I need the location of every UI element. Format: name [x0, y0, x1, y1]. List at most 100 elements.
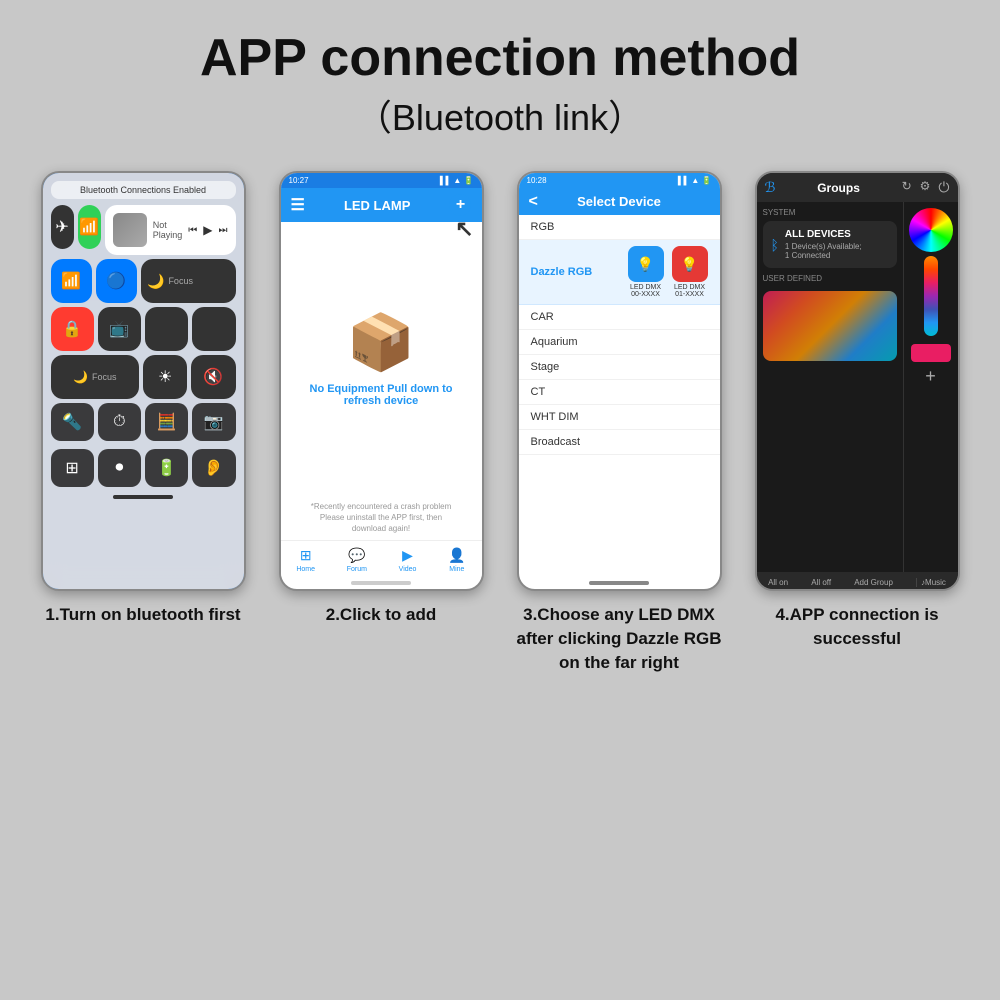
battery-tile[interactable]: 🔋 [145, 449, 188, 487]
bluetooth-icon: ᛒ [771, 237, 779, 253]
play-icon[interactable]: ▶ [203, 223, 212, 237]
add-button[interactable]: + [449, 194, 471, 216]
timer-tile[interactable]: ⏱ [98, 403, 141, 441]
qr-tile[interactable]: ⊞ [51, 449, 94, 487]
airplane-tile[interactable]: ✈ [51, 205, 74, 249]
bt-logo: ℬ [765, 179, 776, 196]
mute-tile[interactable]: 🔇 [191, 355, 235, 399]
menu-icon[interactable]: ☰ [291, 195, 305, 215]
music-btn[interactable]: ♪Music [916, 578, 946, 587]
bt-toggle-icon: 🔵 [106, 271, 126, 291]
led-dmx-2-box[interactable]: 💡 LED DMX01-XXXX [672, 246, 708, 298]
all-devices-title: ALL DEVICES [785, 229, 862, 240]
cursor-icon: ↖ [455, 216, 473, 242]
focus-tile[interactable]: 🌙 Focus [141, 259, 236, 303]
wifi-toggle-icon: 📶 [61, 271, 81, 291]
home-bar [113, 495, 173, 499]
home-bar-3 [589, 581, 649, 585]
rec-tile[interactable]: ⏺ [98, 449, 141, 487]
cc-row-2: 📶 🔵 🌙 Focus [51, 259, 236, 303]
camera-tile[interactable]: 📷 [192, 403, 235, 441]
refresh-icon[interactable]: ↻ [902, 179, 912, 196]
nav-mine[interactable]: 👤 Mine [448, 547, 465, 573]
bottom-nav-2: ⊞ Home 💬 Forum ▶ Video 👤 Mine [281, 540, 482, 577]
focus-icon2: 🌙 [73, 370, 88, 384]
lock-tile[interactable]: 🔒 [51, 307, 94, 351]
plus-button[interactable]: + [925, 366, 936, 387]
prev-icon[interactable]: ⏮ [188, 225, 197, 236]
rec-icon: ⏺ [115, 459, 123, 477]
all-on-btn[interactable]: All on [768, 578, 788, 587]
lock-icon: 🔒 [62, 319, 82, 339]
all-off-btn[interactable]: All off [811, 578, 831, 587]
device-row-stage[interactable]: Stage [519, 355, 720, 380]
wifi-tile[interactable]: 📶 [78, 205, 101, 249]
timer-icon: ⏱ [113, 413, 125, 431]
video-nav-label: Video [399, 566, 417, 573]
ios-control-center: Bluetooth Connections Enabled ✈ 📶 Not Pl… [43, 173, 244, 589]
device-row-broadcast[interactable]: Broadcast [519, 430, 720, 455]
nav-video[interactable]: ▶ Video [399, 547, 417, 573]
device-row-dazzle[interactable]: Dazzle RGB 💡 LED DMX00-XXXX 💡 [519, 240, 720, 305]
device-row-ct[interactable]: CT [519, 380, 720, 405]
select-title: Select Device [577, 194, 661, 209]
led-dmx-1-name: LED DMX00-XXXX [630, 284, 661, 298]
whtdim-label: WHT DIM [531, 411, 579, 423]
color-wheel[interactable] [909, 208, 953, 252]
cc-row-3: 🔒 📺 [51, 307, 236, 351]
cc-grid: 🔦 ⏱ 🧮 📷 [51, 403, 236, 441]
bt-toggle-tile[interactable]: 🔵 [96, 259, 137, 303]
device-row-car[interactable]: CAR [519, 305, 720, 330]
focus-tile2[interactable]: 🌙 Focus [51, 355, 140, 399]
blank-tile-2 [192, 307, 235, 351]
led-dmx-1-box[interactable]: 💡 LED DMX00-XXXX [628, 246, 664, 298]
app4-bottom: All on All off Add Group ♪Music [757, 572, 958, 589]
add-group-btn[interactable]: Add Group [854, 578, 893, 587]
flashlight-tile[interactable]: 🔦 [51, 403, 94, 441]
settings-icon[interactable]: ⚙ [920, 179, 931, 196]
video-nav-icon: ▶ [402, 547, 413, 564]
devices-status: 1 Device(s) Available; 1 Connected [785, 242, 862, 260]
power-icon[interactable]: ⏻ [938, 179, 949, 196]
forum-nav-label: Forum [347, 566, 367, 573]
nav-home[interactable]: ⊞ Home [296, 547, 315, 573]
device-row-aquarium[interactable]: Aquarium [519, 330, 720, 355]
app-empty-state: 📦 No Equipment Pull down to refresh devi… [281, 222, 482, 494]
status-bar-2: 10:27 ▌▌ ▲ 🔋 [281, 173, 482, 188]
app-header-2: ☰ LED LAMP + ↖ [281, 188, 482, 222]
media-controls: ⏮ ▶ ⏭ [188, 223, 227, 237]
device-row-rgb[interactable]: RGB [519, 215, 720, 240]
car-label: CAR [531, 311, 554, 323]
led-icon-1: 💡 [637, 256, 654, 273]
camera-icon: 📷 [204, 412, 224, 432]
calculator-tile[interactable]: 🧮 [145, 403, 188, 441]
back-button[interactable]: < [529, 193, 538, 211]
page-subtitle: （Bluetooth link） [356, 89, 644, 141]
broadcast-label: Broadcast [531, 436, 581, 448]
rgb-label: RGB [531, 221, 555, 233]
empty-box-icon: 📦 [347, 310, 415, 375]
nav-forum[interactable]: 💬 Forum [347, 547, 367, 573]
select-header: < Select Device [519, 188, 720, 215]
bt-row: ᛒ ALL DEVICES 1 Device(s) Available; 1 C… [771, 229, 889, 260]
device-row-whtdim[interactable]: WHT DIM [519, 405, 720, 430]
cast-tile[interactable]: 📺 [98, 307, 141, 351]
wifi-toggle-tile[interactable]: 📶 [51, 259, 92, 303]
gradient-bar[interactable] [924, 256, 938, 336]
led-dmx-2-icon: 💡 [672, 246, 708, 282]
phone-2: 10:27 ▌▌ ▲ 🔋 ☰ LED LAMP + ↖ 📦 No Equipme… [279, 171, 484, 591]
cc-grid-2: ⊞ ⏺ 🔋 👂 [51, 449, 236, 487]
cc-row-4: 🌙 Focus ☀ 🔇 [51, 355, 236, 399]
app4-body: SYSTEM ᛒ ALL DEVICES 1 Device(s) Availab… [757, 202, 958, 572]
next-icon[interactable]: ⏭ [219, 225, 228, 236]
header-icons: ↻ ⚙ ⏻ [902, 179, 950, 196]
focus-label: Focus [168, 276, 193, 286]
time-2: 10:27 [289, 176, 309, 185]
gradient-preview [763, 291, 897, 361]
time-3: 10:28 [527, 176, 547, 185]
brightness-tile[interactable]: ☀ [143, 355, 187, 399]
led-icon-2: 💡 [681, 256, 698, 273]
color-swatch-pink[interactable] [911, 344, 951, 362]
hearing-tile[interactable]: 👂 [192, 449, 235, 487]
app4-header: ℬ Groups ↻ ⚙ ⏻ [757, 173, 958, 202]
